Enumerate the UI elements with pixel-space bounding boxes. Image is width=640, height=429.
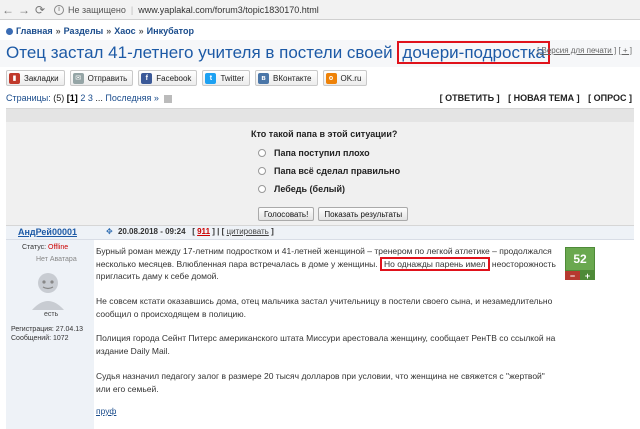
- title-links: [ Версия для печати ] [ + ]: [537, 46, 632, 55]
- author-info: Регистрация: 27.04.13 Сообщений: 1072: [11, 325, 83, 343]
- pages-ellipsis: ...: [95, 93, 103, 103]
- page-3-link[interactable]: 3: [88, 93, 93, 103]
- radio-icon[interactable]: [258, 167, 266, 175]
- post-paragraph: Полиция города Сейнт Питерс американског…: [96, 333, 556, 356]
- source-link[interactable]: пруф: [96, 406, 116, 416]
- pages-label[interactable]: Страницы:: [6, 93, 51, 103]
- info-icon[interactable]: i: [54, 4, 64, 15]
- post-number[interactable]: 911: [197, 227, 210, 236]
- cite-link[interactable]: цитировать: [226, 227, 268, 236]
- post-body: Бурный роман между 17-летним подростком …: [96, 240, 634, 429]
- browser-toolbar: ← → ⟳ i Не защищено | www.yaplakal.com/f…: [0, 0, 640, 20]
- share-facebook-button[interactable]: f Facebook: [138, 70, 198, 86]
- reply-button[interactable]: [ ОТВЕТИТЬ ]: [440, 93, 500, 103]
- rate-down-button[interactable]: −: [565, 271, 580, 281]
- status-label: Статус:: [22, 244, 47, 251]
- status-value: Offline: [48, 244, 69, 251]
- home-icon: [6, 27, 13, 35]
- pages-count: (5): [53, 93, 65, 103]
- security-label: Не защищено: [68, 4, 126, 15]
- share-label: ВКонтакте: [273, 73, 312, 83]
- poll-question: Кто такой папа в этой ситуации?: [251, 129, 398, 139]
- breadcrumb-incubator[interactable]: Инкубатор: [147, 26, 194, 36]
- post-paragraph: Судья назначил педагогу залог в размере …: [96, 371, 545, 394]
- address-bar[interactable]: i Не защищено | www.yaplakal.com/forum3/…: [54, 2, 640, 17]
- share-twitter-button[interactable]: t Twitter: [202, 70, 250, 86]
- author-status: Статус: Offline: [22, 244, 68, 251]
- share-label: Twitter: [220, 73, 244, 83]
- bookmarks-icon: ▮: [9, 72, 20, 84]
- avatar-caption: есть: [44, 311, 59, 318]
- forward-arrow-icon[interactable]: →: [16, 2, 32, 18]
- show-results-button[interactable]: Показать результаты: [318, 207, 409, 221]
- title-text: Отец застал 41-летнего учителя в постели…: [6, 43, 393, 62]
- registration-date: Регистрация: 27.04.13: [11, 326, 84, 333]
- no-avatar-label: Нет Аватара: [36, 256, 77, 263]
- post-rating: 52 − +: [565, 247, 595, 281]
- mail-icon: ✉: [72, 72, 84, 84]
- facebook-icon: f: [141, 72, 153, 84]
- print-version-link[interactable]: [ Версия для печати ]: [537, 46, 616, 55]
- breadcrumb-sections[interactable]: Разделы: [64, 26, 104, 36]
- post-author[interactable]: АндРей00001: [18, 227, 77, 237]
- share-bookmarks-button[interactable]: ▮ Закладки: [6, 70, 65, 86]
- last-page-link[interactable]: Последняя »: [105, 93, 159, 103]
- pagination: Страницы: (5) [1] 2 3 ... Последняя »: [6, 93, 173, 103]
- page-title: Отец застал 41-летнего учителя в постели…: [6, 41, 550, 64]
- poll-option-label: Папа поступил плохо: [274, 148, 370, 158]
- vk-icon: в: [258, 72, 269, 84]
- breadcrumb-home[interactable]: Главная: [16, 26, 53, 36]
- breadcrumb: Главная » Разделы » Хаос » Инкубатор: [6, 26, 194, 36]
- share-bar: ▮ Закладки ✉ Отправить f Facebook t Twit…: [0, 68, 640, 88]
- post-paragraph: Не совсем кстати оказавшись дома, отец м…: [96, 296, 553, 319]
- share-vk-button[interactable]: в ВКонтакте: [255, 70, 318, 86]
- post-header: АндРей00001 ✥ 20.08.2018 - 09:24 [ 911 ]…: [6, 226, 634, 240]
- current-page: [1]: [66, 93, 78, 103]
- poll-option[interactable]: Папа всё сделал правильно: [258, 166, 400, 176]
- vote-button[interactable]: Голосовать!: [258, 207, 315, 221]
- page-jump-icon[interactable]: [164, 94, 173, 103]
- message-count: Сообщений: 1072: [11, 335, 69, 342]
- post-meta: ✥ 20.08.2018 - 09:24 [ 911 ] | [ цитиров…: [106, 227, 274, 236]
- twitter-icon: t: [205, 72, 217, 84]
- post-date: 20.08.2018 - 09:24: [117, 227, 186, 236]
- post-paragraph: Бурный роман между 17-летним подростком …: [96, 245, 561, 283]
- radio-icon[interactable]: [258, 149, 266, 157]
- breadcrumb-chaos[interactable]: Хаос: [114, 26, 135, 36]
- share-label: Отправить: [87, 73, 128, 83]
- share-label: OK.ru: [340, 73, 362, 83]
- highlighted-text: Но однажды парень имел: [380, 256, 490, 271]
- back-arrow-icon[interactable]: ←: [0, 2, 16, 18]
- share-label: Facebook: [156, 73, 192, 83]
- poll-button[interactable]: [ ОПРОС ]: [588, 93, 632, 103]
- title-highlight: дочери-подростка: [397, 41, 550, 64]
- share-ok-button[interactable]: о OK.ru: [322, 70, 368, 86]
- poll-buttons: Голосовать! Показать результаты: [258, 207, 409, 221]
- topic-title-bar: Отец застал 41-летнего учителя в постели…: [0, 40, 640, 67]
- poll-option[interactable]: Папа поступил плохо: [258, 148, 370, 158]
- pagination-row: Страницы: (5) [1] 2 3 ... Последняя » [ …: [0, 92, 640, 106]
- rate-up-button[interactable]: +: [580, 271, 595, 281]
- radio-icon[interactable]: [258, 185, 266, 193]
- url-text[interactable]: www.yaplakal.com/forum3/topic1830170.htm…: [138, 5, 319, 15]
- author-sidebar: Статус: Offline Нет Аватара есть Регистр…: [6, 240, 94, 429]
- topic-actions: [ ОТВЕТИТЬ ] [ НОВАЯ ТЕМА ] [ ОПРОС ]: [434, 93, 632, 103]
- ok-icon: о: [325, 72, 337, 84]
- poll-option-label: Лебедь (белый): [274, 184, 346, 194]
- reload-icon[interactable]: ⟳: [32, 2, 48, 18]
- poll-box: Кто такой папа в этой ситуации? Папа пос…: [6, 108, 634, 226]
- poll-option-label: Папа всё сделал правильно: [274, 166, 401, 176]
- new-topic-button[interactable]: [ НОВАЯ ТЕМА ]: [508, 93, 580, 103]
- pin-icon[interactable]: ✥: [106, 227, 113, 236]
- plus-link[interactable]: [ + ]: [618, 46, 632, 55]
- page-2-link[interactable]: 2: [80, 93, 85, 103]
- share-label: Закладки: [24, 73, 59, 83]
- poll-option[interactable]: Лебедь (белый): [258, 184, 345, 194]
- poll-header-bar: [6, 109, 634, 122]
- share-send-button[interactable]: ✉ Отправить: [69, 70, 134, 86]
- rating-value: 52: [565, 247, 595, 271]
